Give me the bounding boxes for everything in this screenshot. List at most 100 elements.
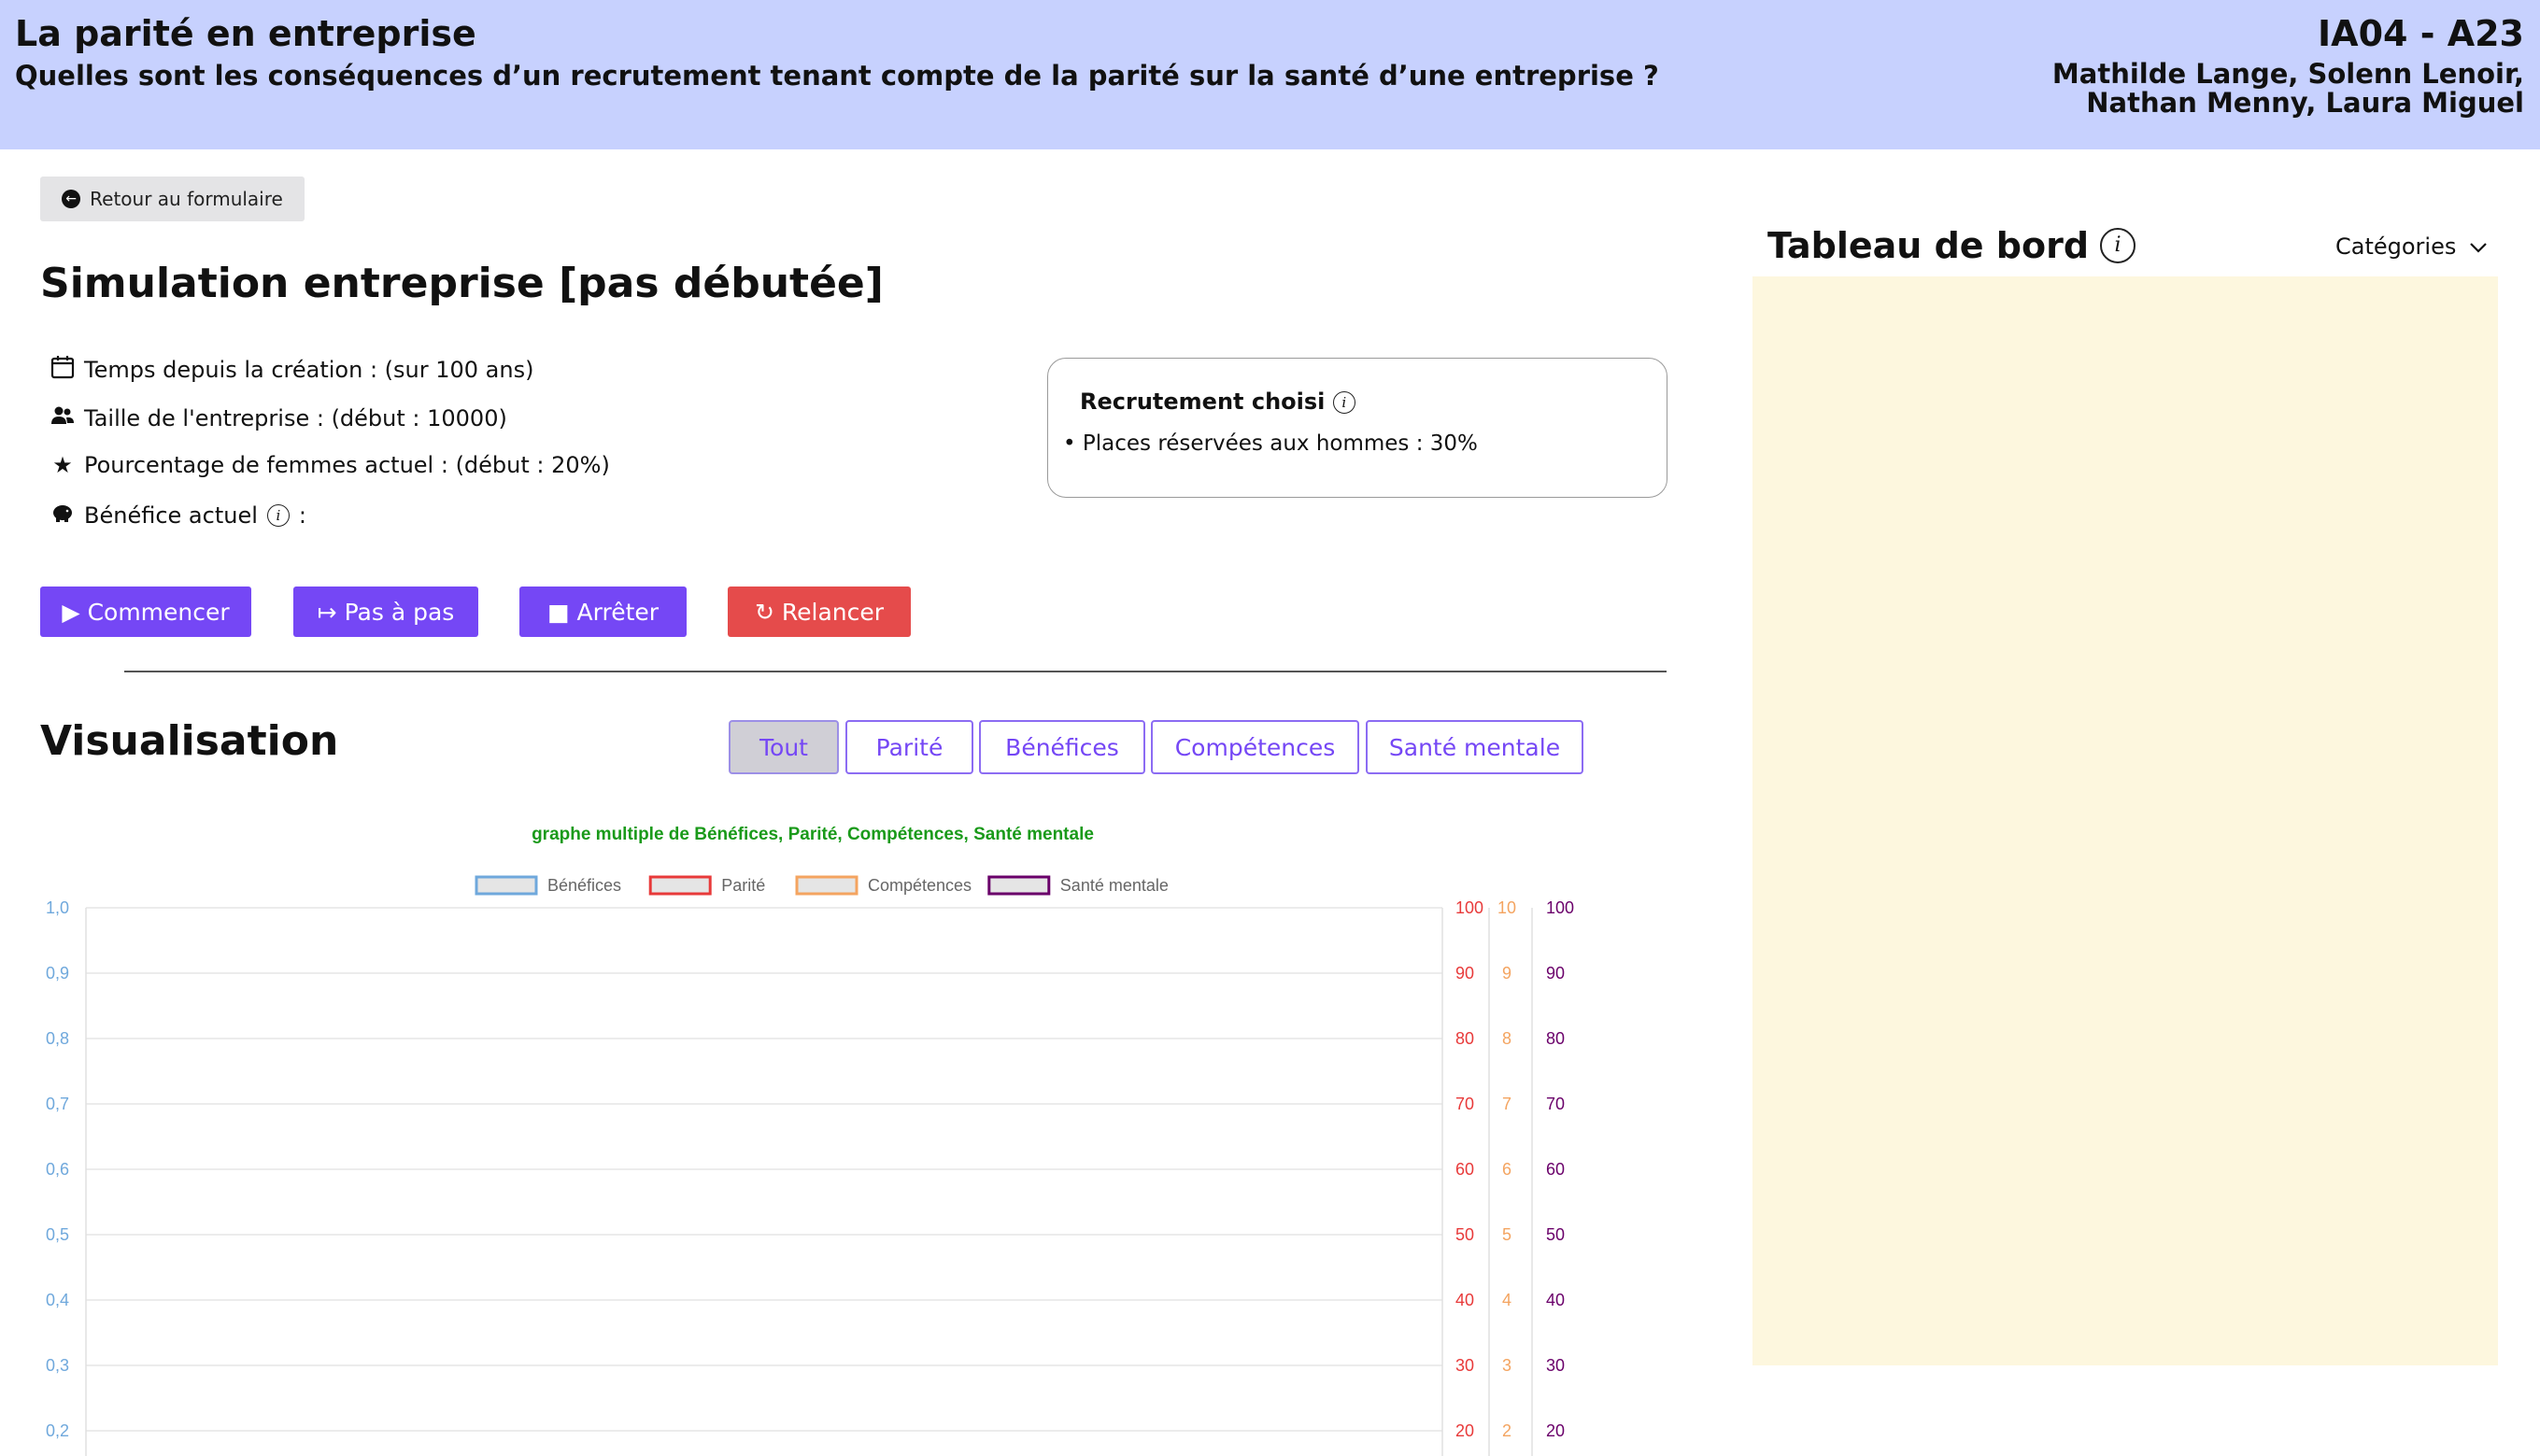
restart-button[interactable]: ↻ Relancer (728, 587, 911, 637)
stop-icon: ■ (546, 598, 570, 626)
y-tick-label: 80 (1546, 1029, 1565, 1048)
refresh-icon: ↻ (754, 598, 774, 626)
y-tick-label: 60 (1546, 1160, 1565, 1179)
y-tick-label: 30 (1546, 1356, 1565, 1375)
y-tick-label: 100 (1546, 898, 1574, 917)
info-size: Taille de l'entreprise : (début : 10000) (50, 403, 507, 433)
restart-button-label: Relancer (781, 598, 885, 626)
dashboard-title: Tableau de bord i (1767, 225, 2136, 266)
y-tick-label: 9 (1502, 964, 1511, 982)
info-icon[interactable]: i (2100, 228, 2136, 263)
legend-label-1: Parité (721, 876, 765, 895)
calendar-icon (50, 355, 75, 385)
y-tick-label: 70 (1455, 1095, 1474, 1113)
y-tick-label: 20 (1455, 1421, 1474, 1440)
y-tick-label: 0,8 (46, 1029, 69, 1048)
categories-label: Catégories (2335, 233, 2457, 260)
star-icon: ★ (52, 452, 73, 478)
y-tick-label: 90 (1546, 964, 1565, 982)
y-tick-label: 5 (1502, 1225, 1511, 1244)
info-women: ★ Pourcentage de femmes actuel : (début … (50, 452, 610, 478)
step-button[interactable]: ↦ Pas à pas (293, 587, 478, 637)
recruitment-title-text: Recrutement choisi (1080, 389, 1326, 415)
tab-profits[interactable]: Bénéfices (979, 720, 1145, 774)
y-tick-label: 0,5 (46, 1225, 69, 1244)
app-title: La parité en entreprise (15, 13, 476, 54)
tab-all[interactable]: Tout (729, 720, 839, 774)
y-tick-label: 10 (1497, 898, 1516, 917)
info-time-text: Temps depuis la création : (sur 100 ans) (84, 357, 534, 383)
y-tick-label: 0,4 (46, 1291, 69, 1309)
y-tick-label: 30 (1455, 1356, 1474, 1375)
y-tick-label: 40 (1455, 1291, 1474, 1309)
y-tick-label: 3 (1502, 1356, 1511, 1375)
tab-mental-health[interactable]: Santé mentale (1366, 720, 1583, 774)
stop-button-label: Arrêter (576, 598, 660, 626)
recruitment-item-text: Places réservées aux hommes : 30% (1082, 431, 1478, 456)
multi-line-chart: Bénéfices Parité Compétences Santé mentale 1… (46, 875, 1574, 1456)
legend-swatch-2 (795, 875, 858, 896)
stop-button[interactable]: ■ Arrêter (519, 587, 687, 637)
y-tick-label: 0,7 (46, 1095, 69, 1113)
legend-swatch-1 (648, 875, 712, 896)
arrow-left-circle-icon: ← (62, 190, 81, 208)
y-tick-label: 40 (1546, 1291, 1565, 1309)
users-icon (50, 403, 75, 433)
y-tick-label: 0,2 (46, 1421, 69, 1440)
visualisation-title: Visualisation (40, 717, 339, 765)
step-button-label: Pas à pas (344, 598, 455, 626)
play-icon: ▶ (62, 598, 80, 626)
simulation-title: Simulation entreprise [pas débutée] (40, 260, 884, 307)
y-tick-label: 50 (1546, 1225, 1565, 1244)
legend-label-3: Santé mentale (1060, 876, 1169, 895)
y-tick-label: 2 (1502, 1421, 1511, 1440)
y-tick-label: 90 (1455, 964, 1474, 982)
piggy-bank-icon (50, 501, 75, 530)
recruitment-card: Recrutement choisi i • Places réservées … (1047, 358, 1667, 498)
recruitment-item: • Places réservées aux hommes : 30% (1063, 431, 1478, 456)
y-tick-label: 0,9 (46, 964, 69, 982)
y-tick-label: 60 (1455, 1160, 1474, 1179)
categories-dropdown[interactable]: Catégories (2335, 233, 2488, 260)
y-tick-label: 0,6 (46, 1160, 69, 1179)
app-subtitle: Quelles sont les conséquences d’un recru… (15, 60, 1659, 92)
page-header: La parité en entreprise Quelles sont les… (0, 0, 2540, 149)
start-button[interactable]: ▶ Commencer (40, 587, 251, 637)
y-tick-label: 50 (1455, 1225, 1474, 1244)
authors: Mathilde Lange, Solenn Lenoir, Nathan Me… (2052, 60, 2524, 118)
info-icon[interactable]: i (266, 504, 290, 527)
y-tick-label: 0,3 (46, 1356, 69, 1375)
divider (124, 671, 1667, 672)
y-tick-label: 80 (1455, 1029, 1474, 1048)
back-to-form-button[interactable]: ← Retour au formulaire (40, 177, 305, 221)
tab-parity[interactable]: Parité (845, 720, 973, 774)
course-code: IA04 - A23 (2318, 13, 2524, 54)
y-tick-label: 100 (1455, 898, 1483, 917)
y-tick-label: 6 (1502, 1160, 1511, 1179)
dashboard-title-text: Tableau de bord (1767, 225, 2090, 266)
y-tick-label: 8 (1502, 1029, 1511, 1048)
step-forward-icon: ↦ (317, 598, 337, 626)
legend-label-0: Bénéfices (547, 876, 621, 895)
info-profit-label: Bénéfice actuel (84, 502, 258, 529)
tab-skills[interactable]: Compétences (1151, 720, 1359, 774)
info-women-text: Pourcentage de femmes actuel : (début : … (84, 452, 610, 478)
legend-swatch-0 (475, 875, 538, 896)
start-button-label: Commencer (87, 598, 230, 626)
y-tick-label: 7 (1502, 1095, 1511, 1113)
legend-label-2: Compétences (868, 876, 972, 895)
authors-line-1: Mathilde Lange, Solenn Lenoir, (2051, 58, 2524, 90)
bullet-icon: • (1063, 431, 1076, 456)
info-icon[interactable]: i (1332, 391, 1355, 414)
info-profit: Bénéfice actuel i : (50, 501, 306, 530)
y-tick-label: 70 (1546, 1095, 1565, 1113)
back-to-form-label: Retour au formulaire (90, 188, 283, 210)
info-size-text: Taille de l'entreprise : (début : 10000) (84, 405, 507, 431)
y-tick-label: 20 (1546, 1421, 1565, 1440)
info-profit-suffix: : (298, 502, 306, 529)
y-tick-label: 4 (1502, 1291, 1511, 1309)
legend-swatch-3 (987, 875, 1051, 896)
recruitment-title: Recrutement choisi i (1080, 389, 1355, 415)
authors-line-2: Nathan Menny, Laura Miguel (2086, 87, 2524, 119)
chart-title: graphe multiple de Bénéfices, Parité, Co… (532, 825, 1094, 844)
